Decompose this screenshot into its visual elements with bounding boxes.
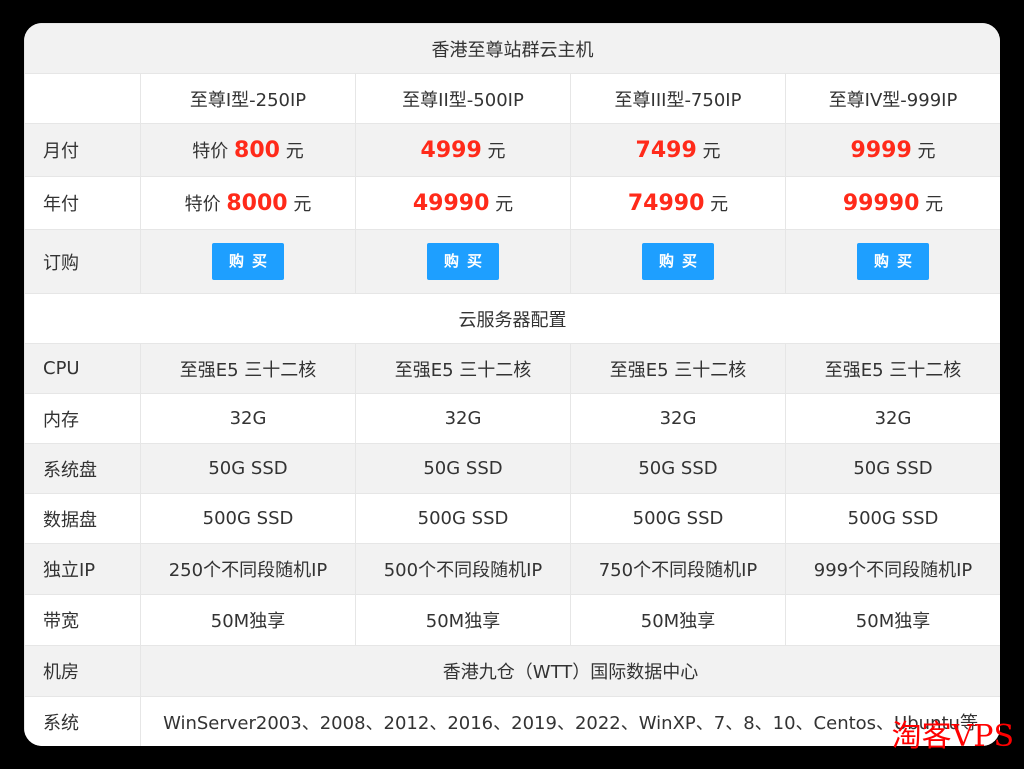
data-disk-value: 500G SSD: [355, 493, 571, 544]
system-disk-row: 系统盘 50G SSD 50G SSD 50G SSD 50G SSD: [24, 443, 1000, 494]
yearly-price-cell: 49990 元: [355, 176, 571, 230]
price-prefix: 特价: [184, 194, 221, 215]
buy-button[interactable]: 购买: [212, 243, 284, 280]
cpu-value: 至强E5 三十二核: [355, 343, 571, 394]
currency-unit: 元: [917, 141, 936, 162]
yearly-price-cell: 99990 元: [784, 176, 1000, 230]
ip-value: 999个不同段随机IP: [784, 543, 1000, 595]
config-section-title: 云服务器配置: [24, 293, 1000, 344]
ip-value: 500个不同段随机IP: [355, 543, 571, 595]
bandwidth-value: 50M独享: [570, 594, 786, 646]
price-value: 800: [234, 138, 280, 163]
monthly-label: 月付: [24, 123, 141, 177]
pricing-card: 香港至尊站群云主机 至尊I型-250IP 至尊II型-500IP 至尊III型-…: [24, 23, 1000, 746]
data-disk-value: 500G SSD: [140, 493, 356, 544]
system-disk-label: 系统盘: [24, 443, 141, 494]
price-value: 74990: [627, 191, 705, 216]
plan-name-row: 至尊I型-250IP 至尊II型-500IP 至尊III型-750IP 至尊IV…: [24, 73, 1000, 124]
title-row: 香港至尊站群云主机: [24, 23, 1000, 74]
currency-unit: 元: [702, 141, 721, 162]
yearly-price-cell: 特价 8000 元: [140, 176, 356, 230]
plan-name: 至尊IV型-999IP: [784, 73, 1000, 124]
cpu-value: 至强E5 三十二核: [784, 343, 1000, 394]
os-row: 系统 WinServer2003、2008、2012、2016、2019、202…: [24, 696, 1000, 746]
buy-cell: 购买: [570, 229, 786, 294]
datacenter-value: 香港九仓（WTT）国际数据中心: [139, 645, 1000, 697]
buy-button[interactable]: 购买: [642, 243, 714, 280]
os-label: 系统: [24, 696, 141, 746]
buy-cell: 购买: [140, 229, 356, 294]
price-value: 9999: [850, 138, 912, 163]
config-title-row: 云服务器配置: [24, 293, 1000, 344]
ip-row: 独立IP 250个不同段随机IP 500个不同段随机IP 750个不同段随机IP…: [24, 543, 1000, 595]
plan-name: 至尊III型-750IP: [570, 73, 786, 124]
ip-value: 750个不同段随机IP: [570, 543, 786, 595]
buy-cell: 购买: [355, 229, 571, 294]
ram-label: 内存: [24, 393, 141, 444]
cpu-value: 至强E5 三十二核: [570, 343, 786, 394]
price-value: 49990: [412, 191, 490, 216]
ip-value: 250个不同段随机IP: [140, 543, 356, 595]
currency-unit: 元: [487, 141, 506, 162]
order-row: 订购 购买 购买 购买 购买: [24, 229, 1000, 294]
monthly-price-cell: 4999 元: [355, 123, 571, 177]
price-value: 7499: [635, 138, 697, 163]
monthly-price-cell: 特价 800 元: [140, 123, 356, 177]
price-prefix: 特价: [192, 141, 229, 162]
pricing-table: 香港至尊站群云主机 至尊I型-250IP 至尊II型-500IP 至尊III型-…: [24, 23, 1000, 746]
system-disk-value: 50G SSD: [355, 443, 571, 494]
ram-value: 32G: [570, 393, 786, 444]
yearly-price-cell: 74990 元: [570, 176, 786, 230]
monthly-price-row: 月付 特价 800 元 4999 元 7499 元 9999 元: [24, 123, 1000, 177]
currency-unit: 元: [285, 141, 304, 162]
yearly-label: 年付: [24, 176, 141, 230]
system-disk-value: 50G SSD: [570, 443, 786, 494]
watermark: 淘客VPS: [891, 719, 1014, 754]
buy-button[interactable]: 购买: [427, 243, 499, 280]
datacenter-row: 机房 香港九仓（WTT）国际数据中心: [24, 645, 1000, 697]
system-disk-value: 50G SSD: [140, 443, 356, 494]
bandwidth-value: 50M独享: [784, 594, 1000, 646]
plan-name: 至尊I型-250IP: [140, 73, 356, 124]
cpu-label: CPU: [24, 343, 141, 394]
ram-value: 32G: [355, 393, 571, 444]
price-value: 4999: [420, 138, 482, 163]
datacenter-label: 机房: [24, 645, 141, 697]
price-value: 8000: [226, 191, 288, 216]
price-value: 99990: [842, 191, 920, 216]
monthly-price-cell: 7499 元: [570, 123, 786, 177]
buy-cell: 购买: [784, 229, 1000, 294]
data-disk-row: 数据盘 500G SSD 500G SSD 500G SSD 500G SSD: [24, 493, 1000, 544]
bandwidth-value: 50M独享: [355, 594, 571, 646]
currency-unit: 元: [710, 194, 729, 215]
currency-unit: 元: [495, 194, 514, 215]
order-label: 订购: [24, 229, 141, 294]
ip-label: 独立IP: [24, 543, 141, 595]
monthly-price-cell: 9999 元: [784, 123, 1000, 177]
cpu-row: CPU 至强E5 三十二核 至强E5 三十二核 至强E5 三十二核 至强E5 三…: [24, 343, 1000, 394]
data-disk-value: 500G SSD: [784, 493, 1000, 544]
os-value: WinServer2003、2008、2012、2016、2019、2022、W…: [139, 696, 1000, 746]
table-title: 香港至尊站群云主机: [24, 23, 1000, 74]
currency-unit: 元: [293, 194, 312, 215]
ram-value: 32G: [784, 393, 1000, 444]
empty-corner-cell: [24, 73, 141, 124]
bandwidth-label: 带宽: [24, 594, 141, 646]
bandwidth-row: 带宽 50M独享 50M独享 50M独享 50M独享: [24, 594, 1000, 646]
data-disk-label: 数据盘: [24, 493, 141, 544]
bandwidth-value: 50M独享: [140, 594, 356, 646]
currency-unit: 元: [925, 194, 944, 215]
ram-row: 内存 32G 32G 32G 32G: [24, 393, 1000, 444]
plan-name: 至尊II型-500IP: [355, 73, 571, 124]
yearly-price-row: 年付 特价 8000 元 49990 元 74990 元 99990 元: [24, 176, 1000, 230]
cpu-value: 至强E5 三十二核: [140, 343, 356, 394]
system-disk-value: 50G SSD: [784, 443, 1000, 494]
ram-value: 32G: [140, 393, 356, 444]
buy-button[interactable]: 购买: [857, 243, 930, 280]
data-disk-value: 500G SSD: [570, 493, 786, 544]
